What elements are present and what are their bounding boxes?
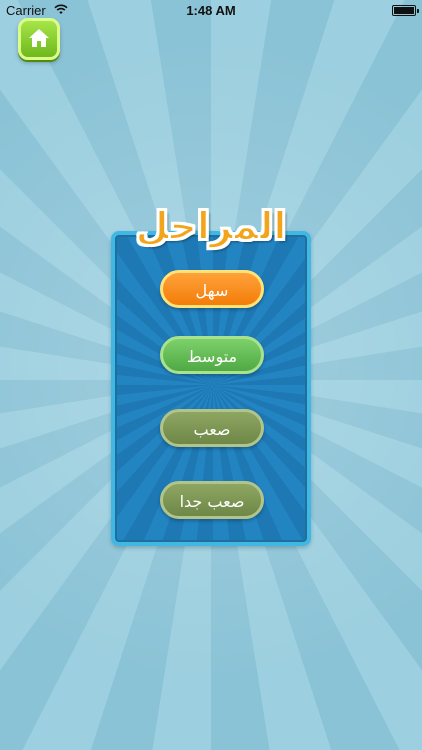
- battery-icon: [392, 5, 419, 16]
- panel-title: المراحل: [135, 203, 288, 249]
- medium-level-button[interactable]: متوسط: [160, 336, 264, 374]
- status-bar: Carrier 1:48 AM: [0, 0, 422, 22]
- home-button[interactable]: [18, 18, 60, 60]
- home-icon: [29, 29, 49, 47]
- very-hard-level-button[interactable]: صعب جدا: [160, 481, 264, 519]
- clock: 1:48 AM: [186, 3, 236, 18]
- hard-level-button[interactable]: صعب: [160, 409, 264, 447]
- easy-level-button[interactable]: سهل: [160, 270, 264, 308]
